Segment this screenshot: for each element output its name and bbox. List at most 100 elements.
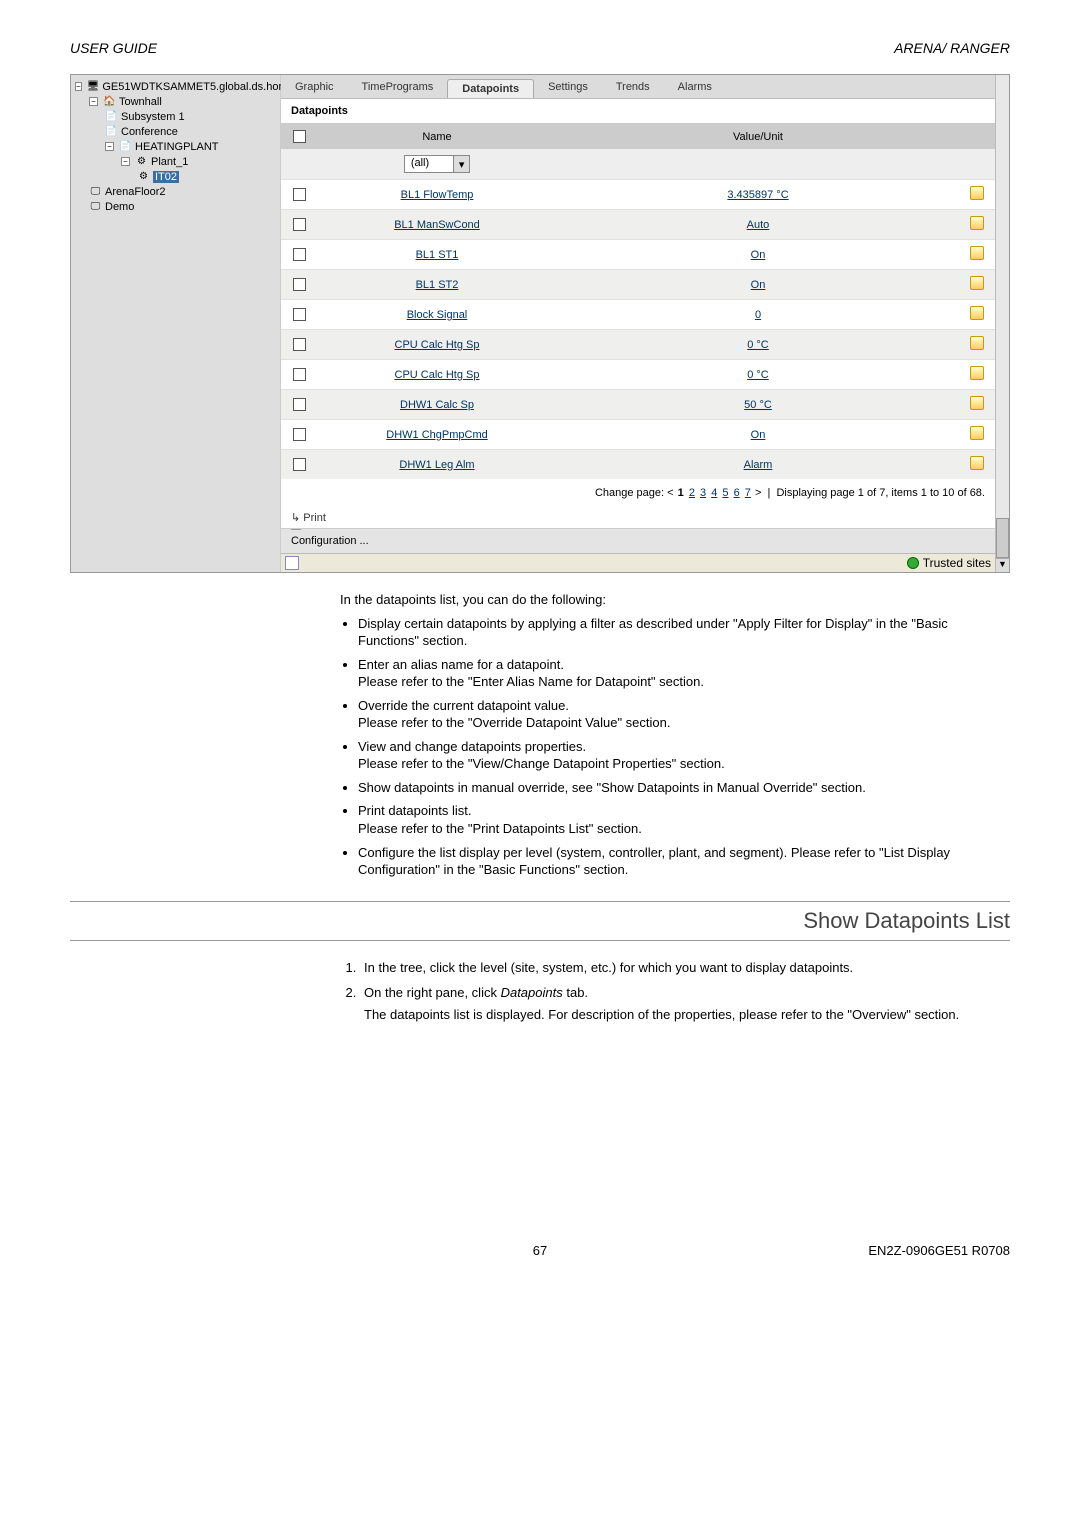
- table-row: BL1 ST1On: [281, 239, 995, 269]
- page-info: Displaying page 1 of 7, items 1 to 10 of…: [776, 487, 985, 499]
- bullet-item: Show datapoints in manual override, see …: [358, 779, 1010, 797]
- config-link[interactable]: Configuration ...: [291, 535, 369, 547]
- page-suffix: >: [755, 487, 761, 499]
- dp-name[interactable]: BL1 ManSwCond: [317, 213, 557, 237]
- document-icon: [285, 556, 299, 570]
- status-bar: Trusted sites: [281, 553, 995, 572]
- table-row: DHW1 ChgPmpCmdOn: [281, 419, 995, 449]
- dp-value[interactable]: 50 °C: [557, 393, 959, 417]
- scrollbar[interactable]: ▼: [995, 75, 1009, 572]
- row-checkbox[interactable]: [293, 248, 306, 261]
- edit-icon[interactable]: [970, 396, 984, 410]
- tab-alarms[interactable]: Alarms: [664, 78, 726, 98]
- row-checkbox[interactable]: [293, 398, 306, 411]
- table-header: Name Value/Unit: [281, 124, 995, 149]
- dp-value[interactable]: On: [557, 423, 959, 447]
- tab-trends[interactable]: Trends: [602, 78, 664, 98]
- dp-value[interactable]: On: [557, 243, 959, 267]
- row-checkbox[interactable]: [293, 428, 306, 441]
- edit-icon[interactable]: [970, 306, 984, 320]
- dp-name[interactable]: DHW1 Calc Sp: [317, 393, 557, 417]
- row-checkbox[interactable]: [293, 458, 306, 471]
- page-current: 1: [678, 487, 684, 499]
- collapse-icon[interactable]: −: [75, 82, 82, 91]
- tree-heatingplant[interactable]: −📄HEATINGPLANT: [71, 139, 280, 154]
- tab-timeprograms[interactable]: TimePrograms: [348, 78, 448, 98]
- tree-root[interactable]: −🖥GE51WDTKSAMMET5.global.ds.honey: [71, 79, 280, 94]
- dp-value[interactable]: 0 °C: [557, 363, 959, 387]
- edit-icon[interactable]: [970, 216, 984, 230]
- dp-name[interactable]: DHW1 Leg Alm: [317, 453, 557, 477]
- table-row: CPU Calc Htg Sp0 °C: [281, 359, 995, 389]
- tree-townhall[interactable]: −🏠Townhall: [71, 94, 280, 109]
- trusted-sites: Trusted sites: [907, 556, 991, 570]
- dp-name[interactable]: DHW1 ChgPmpCmd: [317, 423, 557, 447]
- tab-graphic[interactable]: Graphic: [281, 78, 348, 98]
- page-link[interactable]: 6: [734, 487, 740, 499]
- table-row: BL1 ManSwCondAuto: [281, 209, 995, 239]
- edit-icon[interactable]: [970, 366, 984, 380]
- dp-name[interactable]: CPU Calc Htg Sp: [317, 333, 557, 357]
- tree-plant1[interactable]: −⚙Plant_1: [71, 154, 280, 169]
- collapse-icon[interactable]: −: [105, 142, 114, 151]
- table-row: CPU Calc Htg Sp0 °C: [281, 329, 995, 359]
- dp-name[interactable]: BL1 ST2: [317, 273, 557, 297]
- chevron-down-icon[interactable]: ▾: [453, 156, 469, 172]
- dp-name[interactable]: BL1 ST1: [317, 243, 557, 267]
- dp-value[interactable]: 0: [557, 303, 959, 327]
- edit-icon[interactable]: [970, 456, 984, 470]
- page-link[interactable]: 4: [711, 487, 717, 499]
- tree-demo[interactable]: 🖵Demo: [71, 199, 280, 214]
- tab-datapoints[interactable]: Datapoints: [447, 79, 534, 98]
- tree-it02[interactable]: ⚙IT02: [71, 169, 280, 184]
- monitor-icon: 🖵: [89, 185, 102, 198]
- section-title: Show Datapoints List: [70, 908, 1010, 934]
- edit-icon[interactable]: [970, 426, 984, 440]
- row-checkbox[interactable]: [293, 218, 306, 231]
- page-link[interactable]: 2: [689, 487, 695, 499]
- edit-icon[interactable]: [970, 186, 984, 200]
- tree-subsystem1[interactable]: 📄Subsystem 1: [71, 109, 280, 124]
- edit-icon[interactable]: [970, 246, 984, 260]
- tab-settings[interactable]: Settings: [534, 78, 602, 98]
- config-row: Configuration ...: [281, 528, 995, 553]
- row-checkbox[interactable]: [293, 188, 306, 201]
- divider: [70, 940, 1010, 941]
- dp-value[interactable]: Alarm: [557, 453, 959, 477]
- tree-arenafloor2[interactable]: 🖵ArenaFloor2: [71, 184, 280, 199]
- print-link[interactable]: ↳ Print: [291, 512, 326, 524]
- collapse-icon[interactable]: −: [121, 157, 130, 166]
- header-checkbox[interactable]: [293, 130, 306, 143]
- step-item: On the right pane, click Datapoints tab.…: [360, 984, 1010, 1023]
- name-filter-dropdown[interactable]: (all) ▾: [404, 155, 470, 173]
- dp-value[interactable]: 0 °C: [557, 333, 959, 357]
- edit-icon[interactable]: [970, 276, 984, 290]
- row-checkbox[interactable]: [293, 338, 306, 351]
- row-checkbox[interactable]: [293, 368, 306, 381]
- row-checkbox[interactable]: [293, 278, 306, 291]
- dp-name[interactable]: BL1 FlowTemp: [317, 183, 557, 207]
- dp-name[interactable]: Block Signal: [317, 303, 557, 327]
- col-name-header[interactable]: Name: [317, 125, 557, 149]
- tree-conference[interactable]: 📄Conference: [71, 124, 280, 139]
- collapse-icon[interactable]: −: [89, 97, 98, 106]
- page-link[interactable]: 5: [722, 487, 728, 499]
- page-link[interactable]: 3: [700, 487, 706, 499]
- page-link[interactable]: 7: [745, 487, 751, 499]
- filter-value: (all): [405, 156, 453, 172]
- page-header: USER GUIDE ARENA/ RANGER: [70, 40, 1010, 56]
- step-item: In the tree, click the level (site, syst…: [360, 959, 1010, 977]
- col-value-header[interactable]: Value/Unit: [557, 125, 959, 149]
- dp-value[interactable]: On: [557, 273, 959, 297]
- scroll-thumb[interactable]: [996, 518, 1009, 558]
- row-checkbox[interactable]: [293, 308, 306, 321]
- dp-value[interactable]: 3.435897 °C: [557, 183, 959, 207]
- scroll-down-icon[interactable]: ▼: [996, 558, 1009, 572]
- trusted-label: Trusted sites: [923, 556, 991, 570]
- dp-value[interactable]: Auto: [557, 213, 959, 237]
- edit-icon[interactable]: [970, 336, 984, 350]
- subheader: Datapoints: [281, 99, 995, 124]
- dp-name[interactable]: CPU Calc Htg Sp: [317, 363, 557, 387]
- header-right: ARENA/ RANGER: [894, 40, 1010, 56]
- app-screenshot: −🖥GE51WDTKSAMMET5.global.ds.honey −🏠Town…: [70, 74, 1010, 573]
